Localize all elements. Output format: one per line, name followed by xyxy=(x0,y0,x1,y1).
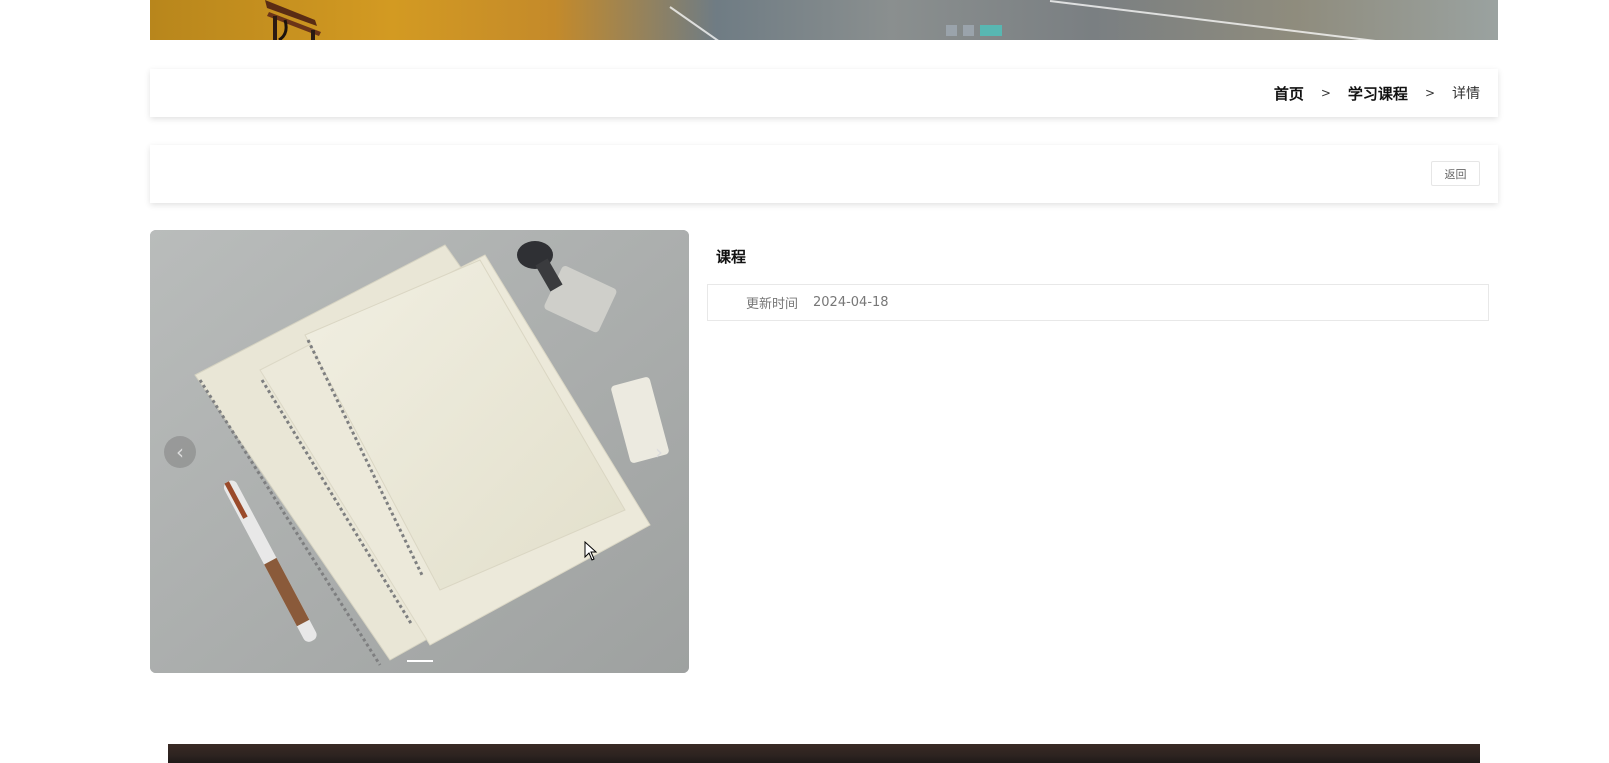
court-line xyxy=(669,6,728,40)
banner-indicator-2[interactable] xyxy=(963,25,974,36)
banner-indicators xyxy=(946,25,1002,36)
course-detail-page: 首页 > 学习课程 > 详情 返回 ‹ › 课程 更新时间 2024-04-18 xyxy=(0,0,1609,763)
breadcrumb-current: 详情 xyxy=(1452,86,1480,102)
action-bar: 返回 xyxy=(150,145,1498,203)
back-button[interactable]: 返回 xyxy=(1431,161,1480,186)
carousel-prev-button[interactable]: ‹ xyxy=(164,436,196,468)
breadcrumb-separator: > xyxy=(1320,86,1331,100)
top-banner-image xyxy=(150,0,1498,40)
mouse-cursor-icon xyxy=(584,541,598,561)
course-image-carousel xyxy=(150,230,689,673)
breadcrumb-home[interactable]: 首页 xyxy=(1274,83,1304,104)
carousel-next-button[interactable]: › xyxy=(643,436,675,468)
notebook-photo xyxy=(150,230,689,673)
banner-indicator-3-active[interactable] xyxy=(980,25,1002,36)
breadcrumb: 首页 > 学习课程 > 详情 xyxy=(150,69,1498,117)
course-info-table: 更新时间 2024-04-18 xyxy=(707,284,1489,321)
banner-indicator-1[interactable] xyxy=(946,25,957,36)
updated-time-value: 2024-04-18 xyxy=(813,295,889,310)
breadcrumb-separator: > xyxy=(1424,86,1435,100)
updated-time-label: 更新时间 xyxy=(745,297,798,312)
carousel-indicator[interactable] xyxy=(407,660,433,662)
course-title: 课程 xyxy=(716,248,747,266)
court-line xyxy=(1049,0,1398,40)
bench-illustration xyxy=(265,0,321,40)
breadcrumb-category[interactable]: 学习课程 xyxy=(1348,83,1408,104)
footer-banner-image xyxy=(168,744,1480,763)
